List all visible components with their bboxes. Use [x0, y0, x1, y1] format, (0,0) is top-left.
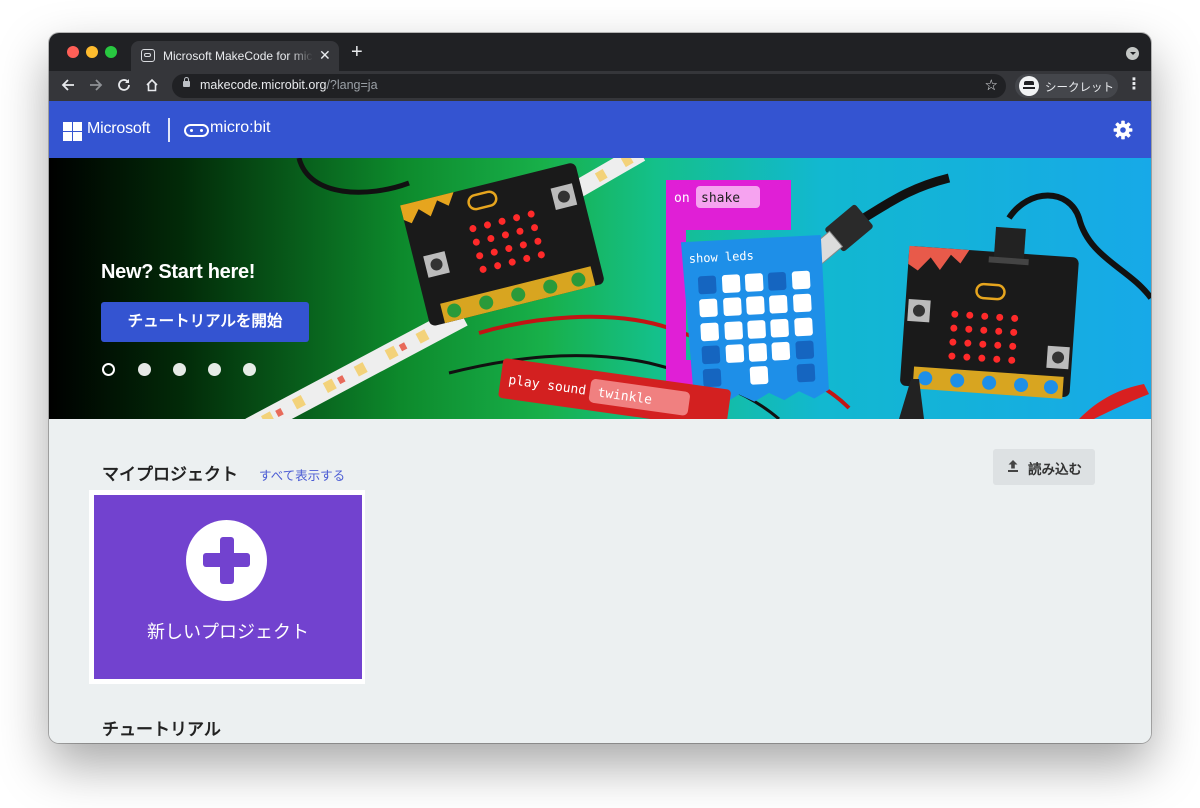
browser-toolbar: makecode.microbit.org/?lang=ja ☆ シークレット … [49, 71, 1151, 102]
upload-icon [1008, 460, 1018, 472]
tab-title: Microsoft MakeCode for micro:bit [163, 49, 313, 63]
minimize-window-button[interactable] [86, 46, 98, 58]
url-text[interactable]: makecode.microbit.org/?lang=ja [200, 78, 378, 92]
app-header: Microsoft micro:bit [49, 101, 1151, 158]
incognito-label: シークレット [1045, 82, 1114, 94]
carousel-dot-2[interactable] [138, 363, 151, 376]
new-tab-button[interactable]: + [351, 42, 363, 62]
back-arrow-icon[interactable] [57, 74, 79, 99]
reload-icon[interactable] [113, 74, 135, 99]
tab-search-icon[interactable] [1126, 47, 1139, 60]
new-project-tile[interactable]: 新しいプロジェクト [94, 495, 362, 679]
star-icon[interactable]: ☆ [985, 76, 998, 94]
code-block-shake: shake [701, 191, 740, 206]
carousel-dot-5[interactable] [243, 363, 256, 376]
maximize-window-button[interactable] [105, 46, 117, 58]
browser-tab[interactable]: Microsoft MakeCode for micro:bit ✕ [131, 41, 339, 71]
carousel-dot-4[interactable] [208, 363, 221, 376]
forward-arrow-icon[interactable] [85, 74, 107, 99]
home-icon[interactable] [141, 74, 163, 99]
plus-icon [186, 520, 267, 601]
hero-banner: on shake show leds play sound twinkle Ne… [49, 158, 1151, 419]
start-tutorial-button[interactable]: チュートリアルを開始 [101, 302, 309, 342]
main-content: マイプロジェクト すべて表示する 読み込む 新しいプロジェクト チュートリアル [49, 419, 1151, 743]
hero-illustration: on shake show leds play sound twinkle [49, 158, 1151, 419]
carousel-dot-1[interactable] [102, 363, 115, 376]
new-project-label: 新しいプロジェクト [147, 622, 309, 642]
close-window-button[interactable] [67, 46, 79, 58]
code-block-on: on [674, 191, 690, 206]
hero-title: New? Start here! [101, 261, 256, 283]
microbit-logo-icon[interactable] [184, 124, 209, 137]
lock-icon[interactable] [183, 77, 190, 87]
import-button[interactable]: 読み込む [993, 449, 1095, 485]
incognito-icon [1019, 76, 1039, 96]
incognito-profile-button[interactable]: シークレット [1015, 74, 1118, 98]
import-label: 読み込む [1028, 462, 1082, 477]
tab-close-icon[interactable]: ✕ [319, 47, 331, 63]
address-bar[interactable]: makecode.microbit.org/?lang=ja ☆ [172, 74, 1006, 98]
new-project-card[interactable]: 新しいプロジェクト [89, 490, 365, 684]
browser-window: Microsoft MakeCode for micro:bit ✕ + mak… [49, 33, 1151, 743]
menu-icon[interactable]: ⋮ [1126, 75, 1142, 95]
my-projects-title: マイプロジェクト [102, 465, 238, 484]
microsoft-logo-icon[interactable] [63, 122, 82, 141]
header-divider [168, 118, 170, 142]
tab-strip: Microsoft MakeCode for micro:bit ✕ + [49, 33, 1151, 71]
tutorials-title: チュートリアル [102, 720, 221, 739]
gear-icon[interactable] [1113, 120, 1133, 140]
see-all-link[interactable]: すべて表示する [259, 465, 345, 484]
microbit-label[interactable]: micro:bit [210, 119, 270, 137]
microbit-favicon-icon [141, 49, 155, 62]
carousel-dot-3[interactable] [173, 363, 186, 376]
microsoft-label[interactable]: Microsoft [87, 120, 150, 138]
